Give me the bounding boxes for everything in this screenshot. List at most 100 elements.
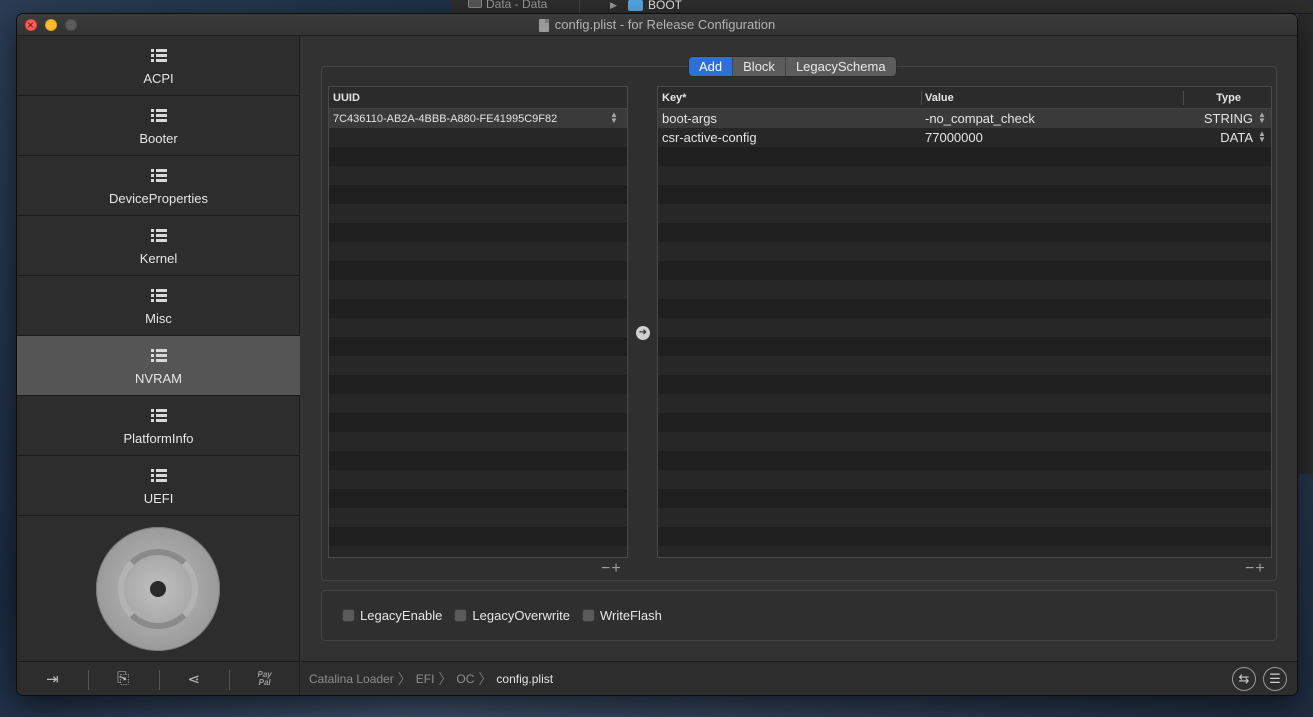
share-icon: ⋖ [187,670,201,688]
stepper-icon[interactable]: ▲ ▼ [610,111,618,125]
stepper-icon[interactable]: ▲ ▼ [1258,111,1266,125]
list-icon [150,169,167,183]
type-cell[interactable]: DATA [1183,130,1263,145]
finder-item-boot: ▶ BOOT [610,0,682,14]
sidebar-item-deviceproperties[interactable]: DeviceProperties [17,156,300,216]
key-cell[interactable]: csr-active-config [658,130,921,145]
sidebar-item-label: ACPI [143,71,174,86]
sidebar-item-misc[interactable]: Misc [17,276,300,336]
background-panel [1298,14,1313,474]
main-content: UUID 7C436110-AB2A-4BBB-A880-FE41995C9F8… [301,36,1297,695]
sidebar-item-label: DeviceProperties [109,191,208,206]
sidebar-item-kernel[interactable]: Kernel [17,216,300,276]
list-icon [150,229,167,243]
sidebar-item-acpi[interactable]: ACPI [17,36,300,96]
checkbox-icon[interactable] [454,609,468,622]
window-title: config.plist - for Release Configuration [554,17,776,32]
stepper-icon[interactable]: ▲ ▼ [1258,130,1266,144]
uuid-cell[interactable]: 7C436110-AB2A-4BBB-A880-FE41995C9F82 [329,113,619,125]
kv-table-rows: boot-args -no_compat_check STRING ▲ ▼ csr… [658,109,1271,557]
breadcrumb-item-current[interactable]: config.plist [496,672,553,686]
export-button[interactable]: ⎘ [87,662,159,695]
sidebar-item-label: UEFI [143,491,174,506]
minimize-window-button[interactable] [45,19,57,31]
kv-add-remove-buttons[interactable]: −+ [1245,560,1266,578]
background-finder-window: Data - Data ▶ BOOT [450,0,1313,14]
checkbox-icon[interactable] [581,609,595,622]
legacyoverwrite-checkbox[interactable]: LegacyOverwrite [454,608,570,623]
list-icon [150,409,167,423]
sidebar-item-label: PlatformInfo [123,431,194,446]
type-cell[interactable]: STRING [1183,111,1263,126]
table-row[interactable]: csr-active-config 77000000 DATA ▲ ▼ [658,128,1271,147]
sidebar-item-label: Misc [145,311,172,326]
nvram-group: UUID 7C436110-AB2A-4BBB-A880-FE41995C9F8… [321,66,1277,581]
share-button[interactable]: ⋖ [158,662,230,695]
arrow-right-icon[interactable]: ➜ [636,326,650,340]
list-view-button[interactable]: ☰ [1263,667,1287,691]
writeflash-checkbox[interactable]: WriteFlash [581,608,662,623]
disk-icon [468,0,482,8]
legacyenable-checkbox[interactable]: LegacyEnable [342,608,442,623]
column-header-key[interactable]: Key* [658,87,921,108]
sidebar-item-label: NVRAM [135,371,182,386]
sidebar-item-uefi[interactable]: UEFI [17,456,300,516]
list-icon [150,349,167,363]
uuid-table-rows: 7C436110-AB2A-4BBB-A880-FE41995C9F82 ▲ ▼ [329,109,627,557]
sidebar-item-nvram[interactable]: NVRAM [17,336,300,396]
tab-legacyschema[interactable]: LegacySchema [784,57,896,76]
folder-icon [628,0,643,11]
column-header-uuid[interactable]: UUID [329,87,627,108]
sidebar-item-platforminfo[interactable]: PlatformInfo [17,396,300,456]
paypal-button[interactable]: Pay Pal [229,662,300,695]
table-row[interactable]: boot-args -no_compat_check STRING ▲ ▼ [658,109,1271,128]
list-icon [150,469,167,483]
value-cell[interactable]: 77000000 [921,130,1183,145]
close-window-button[interactable] [25,14,37,36]
app-logo-disc [96,527,220,651]
chevron-right-icon: 〉 [478,670,493,687]
table-row[interactable]: 7C436110-AB2A-4BBB-A880-FE41995C9F82 ▲ ▼ [329,109,627,128]
zoom-window-button[interactable] [65,19,77,31]
path-bar: Catalina Loader 〉 EFI 〉 OC 〉 config.plis… [301,661,1297,695]
list-bullets-icon: ☰ [1269,671,1281,686]
title-bar[interactable]: config.plist - for Release Configuration [17,14,1297,36]
sidebar: ACPI Booter DeviceProperties Kernel Misc… [17,36,300,695]
tab-block[interactable]: Block [732,57,785,76]
app-window: config.plist - for Release Configuration… [17,14,1297,695]
tab-segmented-control: Add Block LegacySchema [689,57,896,76]
key-cell[interactable]: boot-args [658,111,921,126]
breadcrumb-item[interactable]: OC [456,672,474,686]
swap-arrows-icon: ⇆ [1238,671,1250,686]
uuid-table[interactable]: UUID 7C436110-AB2A-4BBB-A880-FE41995C9F8… [328,86,628,558]
chevron-right-icon: 〉 [438,670,453,687]
uuid-add-remove-buttons[interactable]: −+ [601,560,622,578]
import-icon: ⇥ [46,670,59,688]
list-icon [150,289,167,303]
column-header-value[interactable]: Value [921,87,1183,108]
nvram-options: LegacyEnable LegacyOverwrite WriteFlash [321,590,1277,641]
import-button[interactable]: ⇥ [17,662,88,695]
sidebar-item-booter[interactable]: Booter [17,96,300,156]
chevron-right-icon: 〉 [397,670,412,687]
checkbox-icon[interactable] [342,609,355,622]
tab-add[interactable]: Add [689,57,733,76]
paypal-icon: Pay Pal [257,669,272,687]
uuid-table-header: UUID [329,87,627,109]
document-icon [538,18,549,32]
column-header-type[interactable]: Type [1183,87,1271,108]
disclosure-triangle-icon: ▶ [610,0,617,10]
list-icon [150,109,167,123]
breadcrumb-item[interactable]: EFI [416,672,435,686]
finder-item-data: Data - Data [466,0,580,14]
sidebar-item-label: Booter [139,131,178,146]
value-cell[interactable]: -no_compat_check [921,111,1183,126]
sidebar-footer: ⇥ ⎘ ⋖ Pay Pal [17,661,300,695]
list-icon [150,49,167,63]
export-icon: ⎘ [117,670,130,687]
breadcrumb-item[interactable]: Catalina Loader [309,672,394,686]
sidebar-item-label: Kernel [139,251,178,266]
kv-table[interactable]: Key* Value Type boot-args -no_compat_che… [657,86,1272,558]
kv-table-header: Key* Value Type [658,87,1271,109]
swap-arrows-button[interactable]: ⇆ [1232,667,1256,691]
